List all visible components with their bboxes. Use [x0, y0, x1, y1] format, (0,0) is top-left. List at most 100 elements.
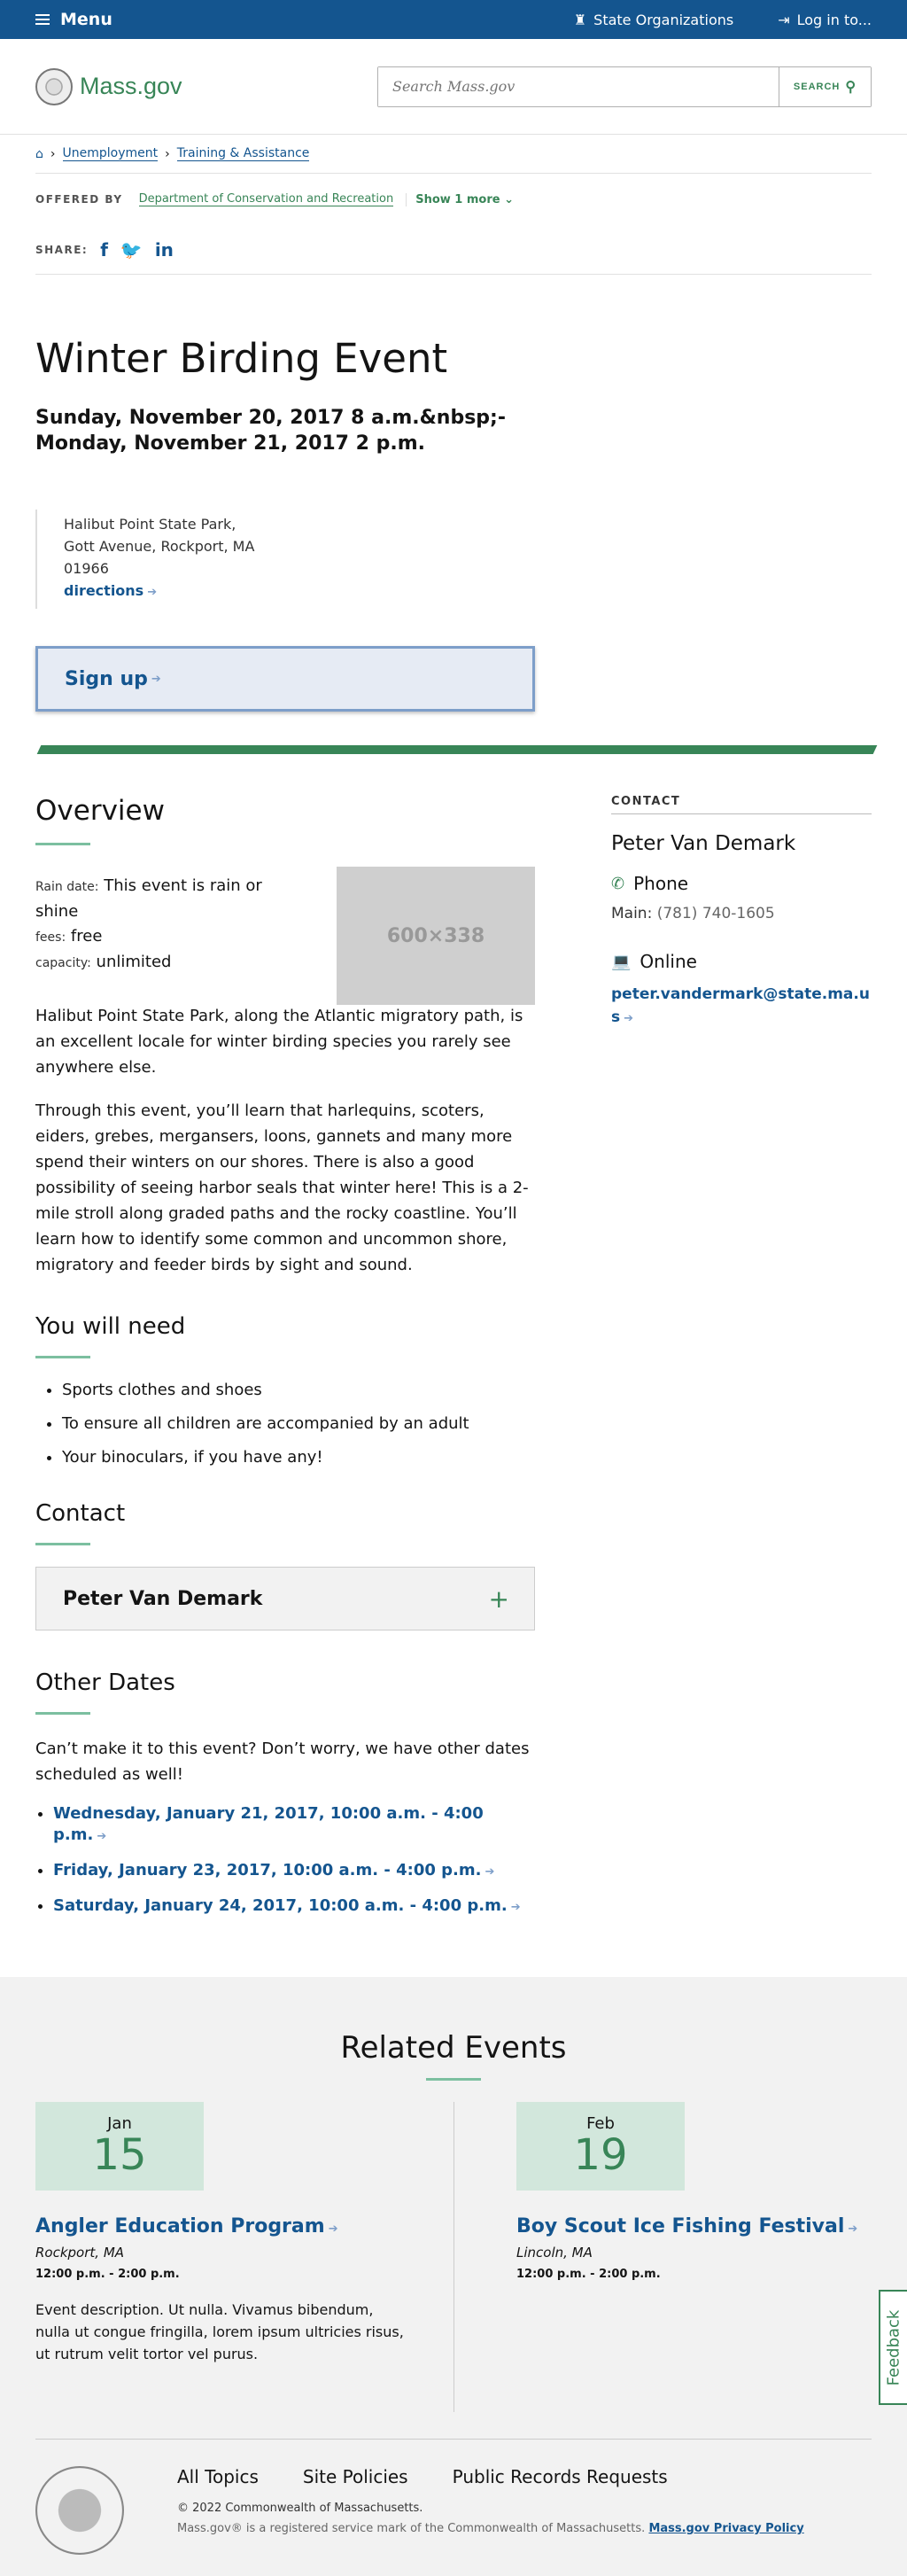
sign-up-label: Sign up — [65, 667, 148, 690]
feedback-tab[interactable]: Feedback — [879, 2290, 907, 2405]
phone-heading: Phone — [633, 873, 689, 894]
laptop-icon: 💻 — [611, 952, 632, 971]
list-item: Wednesday, January 21, 2017, 10:00 a.m. … — [53, 1803, 535, 1848]
list-item: Saturday, January 24, 2017, 10:00 a.m. -… — [53, 1895, 535, 1918]
department-link[interactable]: Department of Conservation and Recreatio… — [138, 192, 394, 206]
event-title-link[interactable]: Angler Education Program — [35, 2215, 325, 2237]
other-date-label: Wednesday, January 21, 2017, 10:00 a.m. … — [53, 1804, 484, 1844]
login-button[interactable]: ⇥ Log in to... — [778, 12, 872, 28]
event-dates: Sunday, November 20, 2017 8 a.m.&nbsp;- … — [35, 405, 872, 456]
other-date-link-2[interactable]: Friday, January 23, 2017, 10:00 a.m. - 4… — [53, 1861, 481, 1879]
fees-key: fees: — [35, 930, 66, 945]
breadcrumb-training[interactable]: Training & Assistance — [176, 146, 310, 161]
phone-prefix: Main: — [611, 905, 653, 922]
list-item: To ensure all children are accompanied b… — [62, 1413, 535, 1435]
event-place: Lincoln, MA — [516, 2245, 593, 2261]
section-divider — [36, 745, 878, 754]
footer-link-public-records[interactable]: Public Records Requests — [453, 2466, 668, 2487]
rain-date-key: Rain date: — [35, 880, 99, 894]
arrow-right-icon: ➔ — [485, 1865, 495, 1879]
address-line2: Gott Avenue, Rockport, MA — [64, 538, 255, 555]
phone-number[interactable]: (781) 740-1605 — [657, 905, 775, 922]
email-address: peter.vandermark@state.ma.us — [611, 985, 870, 1026]
directions-label: directions — [64, 582, 144, 599]
overview-paragraph-2: Through this event, you’ll learn that ha… — [35, 1101, 529, 1274]
event-title: Boy Scout Ice Fishing Festival — [516, 2215, 845, 2237]
event-dates-line2: Monday, November 21, 2017 2 p.m. — [35, 432, 425, 455]
arrow-right-icon: ➔ — [151, 672, 161, 686]
date-day: 19 — [573, 2130, 628, 2180]
event-time: 12:00 p.m. - 2:00 p.m. — [35, 2268, 180, 2281]
top-bar: Menu ♜ State Organizations ⇥ Log in to..… — [0, 0, 907, 39]
search-button[interactable]: SEARCH ⚲ — [779, 66, 871, 106]
other-dates-list: Wednesday, January 21, 2017, 10:00 a.m. … — [35, 1803, 535, 1918]
heading-underline — [35, 1543, 90, 1545]
other-dates-intro: Can’t make it to this event? Don’t worry… — [35, 1739, 530, 1784]
footer-link-all-topics[interactable]: All Topics — [177, 2466, 259, 2487]
arrow-right-icon: ➔ — [328, 2222, 338, 2236]
address-line1: Halibut Point State Park, — [64, 516, 236, 533]
accordion-label: Peter Van Demark — [63, 1587, 263, 1610]
event-description: Event description. Ut nulla. Vivamus bib… — [35, 2301, 404, 2362]
online-heading: Online — [640, 951, 697, 972]
search-button-label: SEARCH — [793, 81, 841, 92]
you-will-need-heading: You will need — [35, 1313, 186, 1340]
date-day: 15 — [92, 2130, 147, 2180]
logo-text: Mass.gov — [80, 73, 182, 99]
show-more-button[interactable]: Show 1 more ⌄ — [406, 192, 514, 206]
menu-label: Menu — [60, 10, 112, 29]
overview-heading: Overview — [35, 795, 165, 827]
email-link[interactable]: peter.vandermark@state.ma.us — [611, 985, 870, 1026]
phone-icon: ✆ — [611, 874, 625, 893]
event-image-placeholder: 600×338 — [337, 867, 535, 1005]
breadcrumb: ⌂ › Unemployment › Training & Assistance — [35, 135, 872, 174]
state-organizations-label: State Organizations — [593, 11, 734, 28]
related-events: Related Events Jan 15 Angler Education P… — [0, 1977, 907, 2412]
facebook-icon[interactable]: f — [100, 239, 108, 261]
site-header: Mass.gov SEARCH ⚲ — [0, 39, 907, 135]
other-date-link-1[interactable]: Wednesday, January 21, 2017, 10:00 a.m. … — [53, 1804, 484, 1844]
contact-accordion[interactable]: Peter Van Demark + — [35, 1567, 535, 1630]
other-date-label: Friday, January 23, 2017, 10:00 a.m. - 4… — [53, 1861, 482, 1879]
sign-up-button[interactable]: Sign up ➔ — [35, 646, 535, 712]
state-organizations-button[interactable]: ♜ State Organizations — [574, 12, 733, 28]
event-address: Halibut Point State Park, Gott Avenue, R… — [35, 510, 872, 609]
event-title: Angler Education Program — [35, 2215, 325, 2237]
show-more-label: Show 1 more — [415, 192, 500, 206]
plus-icon: + — [488, 1584, 509, 1614]
arrow-right-icon: ➔ — [848, 2222, 858, 2236]
event-card: Jan 15 Angler Education Program ➔ Rockpor… — [35, 2102, 454, 2412]
directions-link[interactable]: directions ➔ — [64, 582, 157, 599]
heading-underline — [35, 1356, 90, 1358]
other-date-label: Saturday, January 24, 2017, 10:00 a.m. -… — [53, 1896, 508, 1915]
list-item: Sports clothes and shoes — [62, 1380, 535, 1401]
contact-sidebar: CONTACT Peter Van Demark ✆ Phone Main: (… — [611, 795, 872, 1931]
breadcrumb-unemployment[interactable]: Unemployment — [62, 146, 159, 161]
arrow-right-icon: ➔ — [510, 1901, 521, 1914]
offered-by: OFFERED BY Department of Conservation an… — [35, 174, 872, 225]
arrow-right-icon: ➔ — [147, 586, 158, 599]
contact-heading: Contact — [35, 1500, 126, 1527]
date-badge: Feb 19 — [516, 2102, 685, 2191]
menu-button[interactable]: Menu — [35, 10, 112, 29]
linkedin-icon[interactable]: in — [155, 239, 174, 261]
footer-link-site-policies[interactable]: Site Policies — [303, 2466, 408, 2487]
home-icon[interactable]: ⌂ — [35, 147, 43, 161]
event-title-link[interactable]: Boy Scout Ice Fishing Festival — [516, 2215, 844, 2237]
offered-by-label: OFFERED BY — [35, 193, 123, 206]
search-input[interactable] — [378, 66, 779, 106]
list-item: Your binoculars, if you have any! — [62, 1447, 535, 1468]
twitter-icon[interactable]: 🐦 — [120, 239, 143, 261]
other-date-link-3[interactable]: Saturday, January 24, 2017, 10:00 a.m. -… — [53, 1896, 508, 1915]
contact-name: Peter Van Demark — [611, 832, 796, 855]
site-logo[interactable]: Mass.gov — [35, 67, 182, 105]
address-line3: 01966 — [64, 560, 109, 577]
login-label: Log in to... — [796, 11, 872, 28]
share-label: SHARE: — [35, 243, 89, 256]
capacity-key: capacity: — [35, 956, 91, 970]
copyright: © 2022 Commonwealth of Massachusetts. — [177, 2502, 423, 2515]
other-dates-heading: Other Dates — [35, 1669, 175, 1696]
login-icon: ⇥ — [778, 11, 790, 28]
feedback-label: Feedback — [884, 2309, 903, 2385]
event-dates-line1: Sunday, November 20, 2017 8 a.m.&nbsp;- — [35, 407, 506, 429]
